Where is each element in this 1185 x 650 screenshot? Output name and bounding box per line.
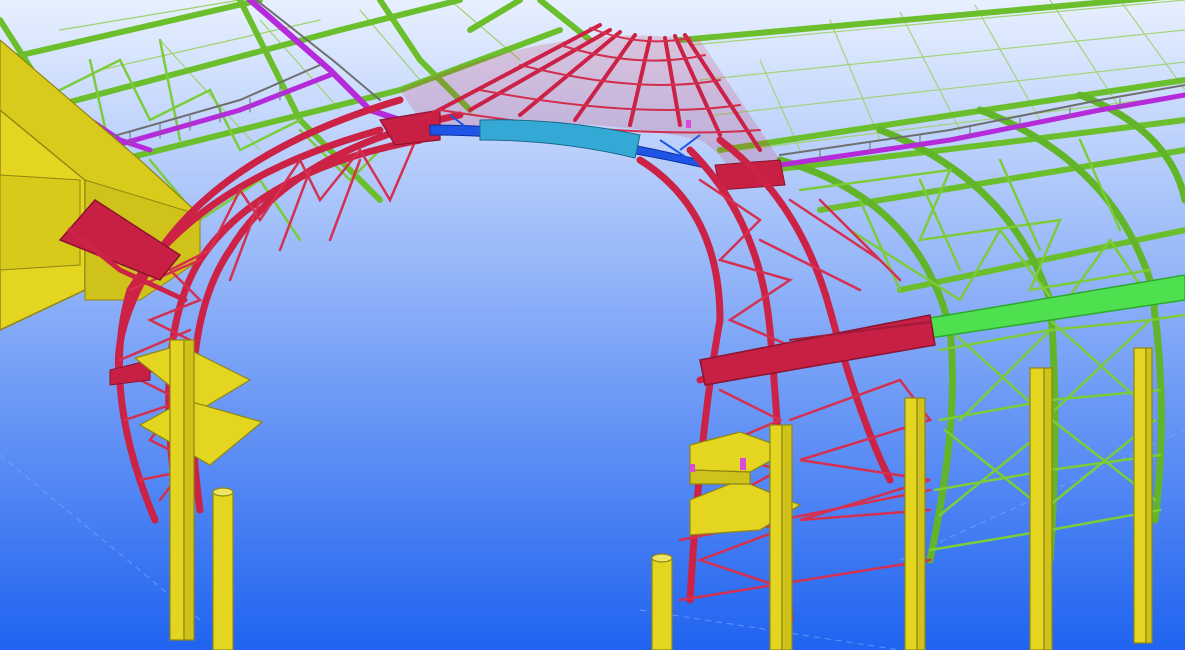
model-viewport[interactable]: [0, 0, 1185, 650]
structural-model-3d-view[interactable]: [0, 0, 1185, 650]
